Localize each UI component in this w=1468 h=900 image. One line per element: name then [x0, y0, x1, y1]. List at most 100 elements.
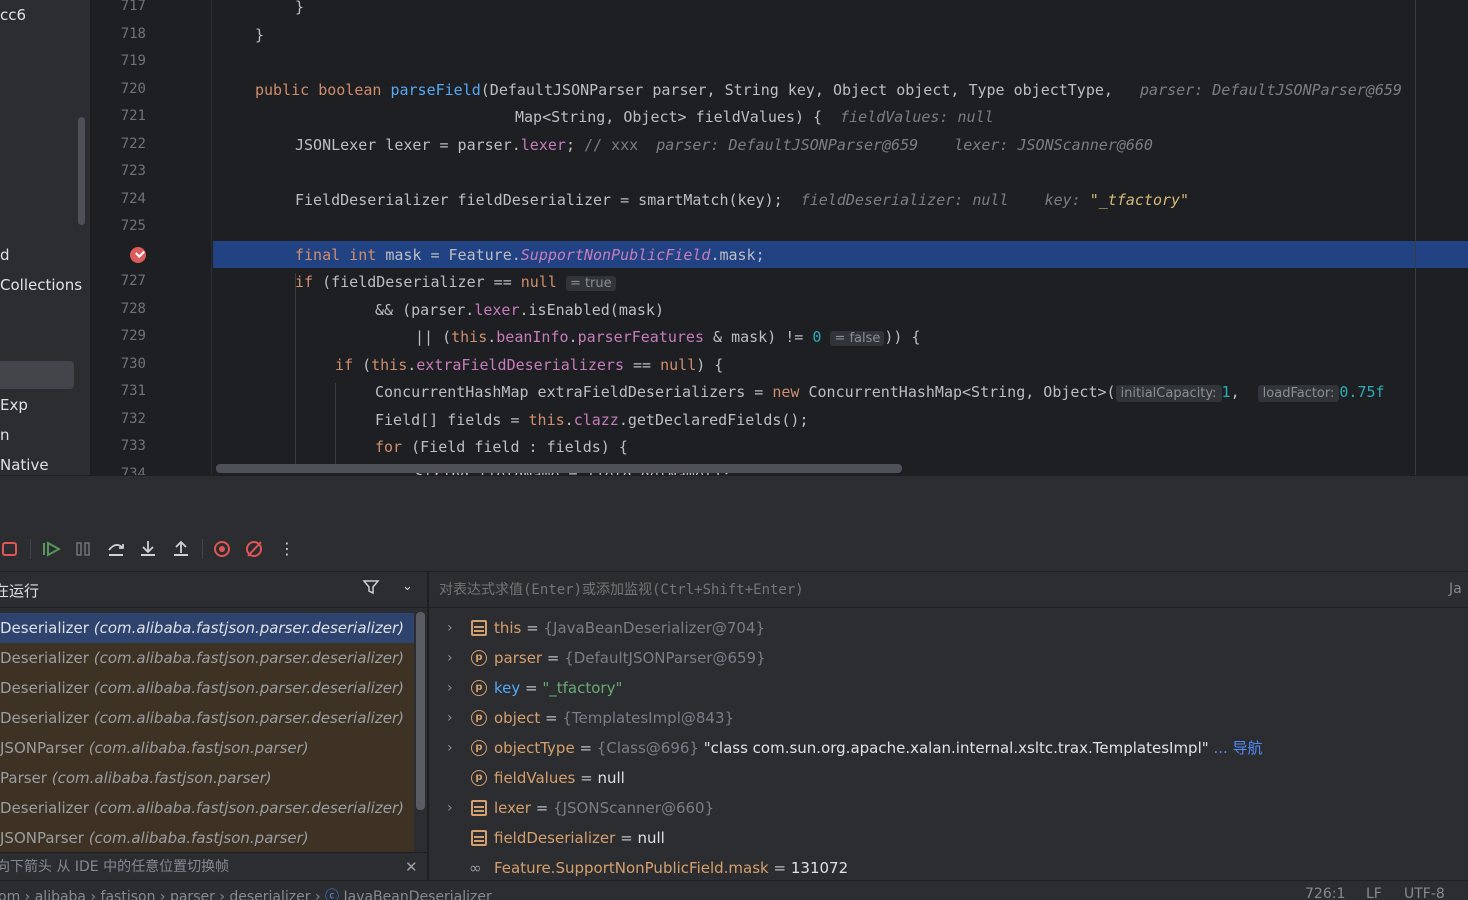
breadcrumb: om › alibaba › fastjson › parser › deser… [0, 886, 492, 900]
chevron-right-icon[interactable]: › [447, 733, 461, 763]
project-item[interactable]: n [0, 426, 10, 444]
thread-status[interactable]: 在运行 [0, 580, 39, 601]
project-item[interactable]: Exp [0, 396, 28, 414]
frame-item[interactable]: Deserializer (com.alibaba.fastjson.parse… [0, 703, 414, 733]
line-ending[interactable]: LF [1366, 886, 1382, 900]
code-line: if (fieldDeserializer == null = true [295, 273, 616, 291]
parameter-icon: p [471, 770, 487, 786]
language-label[interactable]: Ja [1449, 581, 1462, 597]
project-item[interactable]: d [0, 246, 10, 264]
parameter-icon: p [471, 740, 487, 756]
step-over-icon[interactable] [107, 540, 125, 558]
frame-item[interactable]: JSONParser (com.alibaba.fastjson.parser) [0, 733, 414, 763]
line-number: 718 [120, 26, 146, 42]
line-number: 730 [120, 356, 146, 372]
chevron-right-icon[interactable]: › [447, 613, 461, 643]
code-line: Field[] fields = this.clazz.getDeclaredF… [375, 411, 809, 429]
field-icon [471, 620, 487, 636]
variable-row[interactable]: › lexer = {JSONScanner@660} [429, 793, 1468, 823]
frame-item[interactable]: Deserializer (com.alibaba.fastjson.parse… [0, 793, 414, 823]
resume-icon[interactable] [41, 540, 62, 558]
variable-row[interactable]: fieldDeserializer = null [429, 823, 1468, 853]
navigate-link[interactable]: ... 导航 [1213, 739, 1262, 757]
frames-header: 在运行 ⌄ [0, 572, 427, 608]
chevron-right-icon[interactable]: › [447, 793, 461, 823]
project-scrollbar[interactable] [78, 117, 85, 225]
step-out-icon[interactable] [172, 540, 190, 558]
variable-row[interactable]: p fieldValues = null [429, 763, 1468, 793]
breadcrumb-item[interactable]: deserializer [229, 889, 310, 900]
parameter-hint: initialCapacity: [1115, 385, 1222, 402]
variables-panel: Ja › this = {JavaBeanDeserializer@704} ›… [428, 572, 1468, 880]
view-breakpoints-icon[interactable] [213, 540, 231, 558]
code-editor[interactable]: 717 718 719 720 721 722 723 724 725 727 … [90, 0, 1468, 475]
breadcrumb-item[interactable]: JavaBeanDeserializer [343, 889, 491, 900]
inline-value-hint: = false [830, 331, 885, 346]
frames-scrollbar[interactable] [416, 612, 425, 810]
project-item[interactable]: Native [0, 456, 49, 474]
line-number: 717 [120, 0, 146, 14]
inline-value-hint: = true [565, 276, 616, 291]
frame-item[interactable]: Parser (com.alibaba.fastjson.parser) [0, 763, 414, 793]
code-line: for (Field field : fields) { [375, 438, 628, 456]
field-icon [471, 800, 487, 816]
code-line-current: final int mask = Feature.SupportNonPubli… [295, 246, 765, 264]
project-selected-row[interactable] [0, 361, 74, 389]
variable-row[interactable]: › p key = "_tfactory" [429, 673, 1468, 703]
line-number: 733 [120, 438, 146, 454]
class-icon: ⓒ [325, 889, 340, 900]
line-number: 724 [120, 191, 146, 207]
chevron-right-icon[interactable]: › [447, 673, 461, 703]
variable-row[interactable]: ∞ Feature.SupportNonPublicField.mask = 1… [429, 853, 1468, 880]
evaluate-expression-bar: Ja [429, 572, 1468, 608]
file-encoding[interactable]: UTF-8 [1404, 886, 1445, 900]
project-item[interactable]: Collections [0, 276, 82, 294]
editor-horizontal-scrollbar[interactable] [216, 464, 902, 473]
code-line: if (this.extraFieldDeserializers == null… [335, 356, 724, 374]
line-number: 729 [120, 328, 146, 344]
breakpoint-icon[interactable] [130, 247, 146, 263]
variable-row[interactable]: › p object = {TemplatesImpl@843} [429, 703, 1468, 733]
variable-row[interactable]: › p parser = {DefaultJSONParser@659} [429, 643, 1468, 673]
stop-icon[interactable] [1, 540, 19, 558]
frame-item[interactable]: JSONParser (com.alibaba.fastjson.parser) [0, 823, 414, 853]
line-number: 721 [120, 108, 146, 124]
breadcrumb-item[interactable]: alibaba [35, 889, 86, 900]
breadcrumb-item[interactable]: parser [170, 889, 215, 900]
frame-item[interactable]: Deserializer (com.alibaba.fastjson.parse… [0, 643, 414, 673]
parameter-icon: p [471, 680, 487, 696]
chevron-right-icon[interactable]: › [447, 643, 461, 673]
watch-icon: ∞ [469, 859, 482, 877]
code-line: || (this.beanInfo.parserFeatures & mask)… [415, 328, 921, 346]
mute-breakpoints-icon[interactable] [245, 540, 263, 558]
status-bar: om › alibaba › fastjson › parser › deser… [0, 880, 1468, 900]
frame-item-selected[interactable]: Deserializer (com.alibaba.fastjson.parse… [0, 613, 414, 643]
breadcrumb-item[interactable]: fastjson [101, 889, 156, 900]
line-number: 719 [120, 53, 146, 69]
chevron-right-icon[interactable]: › [447, 703, 461, 733]
line-number: 731 [120, 383, 146, 399]
field-icon [471, 830, 487, 846]
debug-toolbar: ⋮ [0, 527, 1468, 572]
variable-row[interactable]: › p objectType = {Class@696} "class com.… [429, 733, 1468, 763]
more-icon[interactable]: ⋮ [278, 540, 296, 558]
project-item[interactable]: cc6 [0, 6, 26, 24]
step-into-icon[interactable] [139, 540, 157, 558]
chevron-down-icon[interactable]: ⌄ [402, 579, 413, 594]
line-number: 723 [120, 163, 146, 179]
parameter-icon: p [471, 650, 487, 666]
filter-icon[interactable] [362, 578, 380, 596]
frame-item[interactable]: Deserializer (com.alibaba.fastjson.parse… [0, 673, 414, 703]
parameter-icon: p [471, 710, 487, 726]
line-number: 722 [120, 136, 146, 152]
code-line: FieldDeserializer fieldDeserializer = sm… [295, 191, 1190, 209]
variable-row[interactable]: › this = {JavaBeanDeserializer@704} [429, 613, 1468, 643]
code-line: && (parser.lexer.isEnabled(mask) [375, 301, 664, 319]
breadcrumb-item[interactable]: om [0, 889, 20, 900]
pause-icon[interactable] [74, 540, 92, 558]
evaluate-expression-input[interactable] [437, 578, 1401, 602]
indent-guide [295, 273, 296, 473]
debug-tab-bar [0, 475, 1468, 528]
close-icon[interactable]: ✕ [405, 853, 418, 880]
caret-position[interactable]: 726:1 [1305, 886, 1345, 900]
